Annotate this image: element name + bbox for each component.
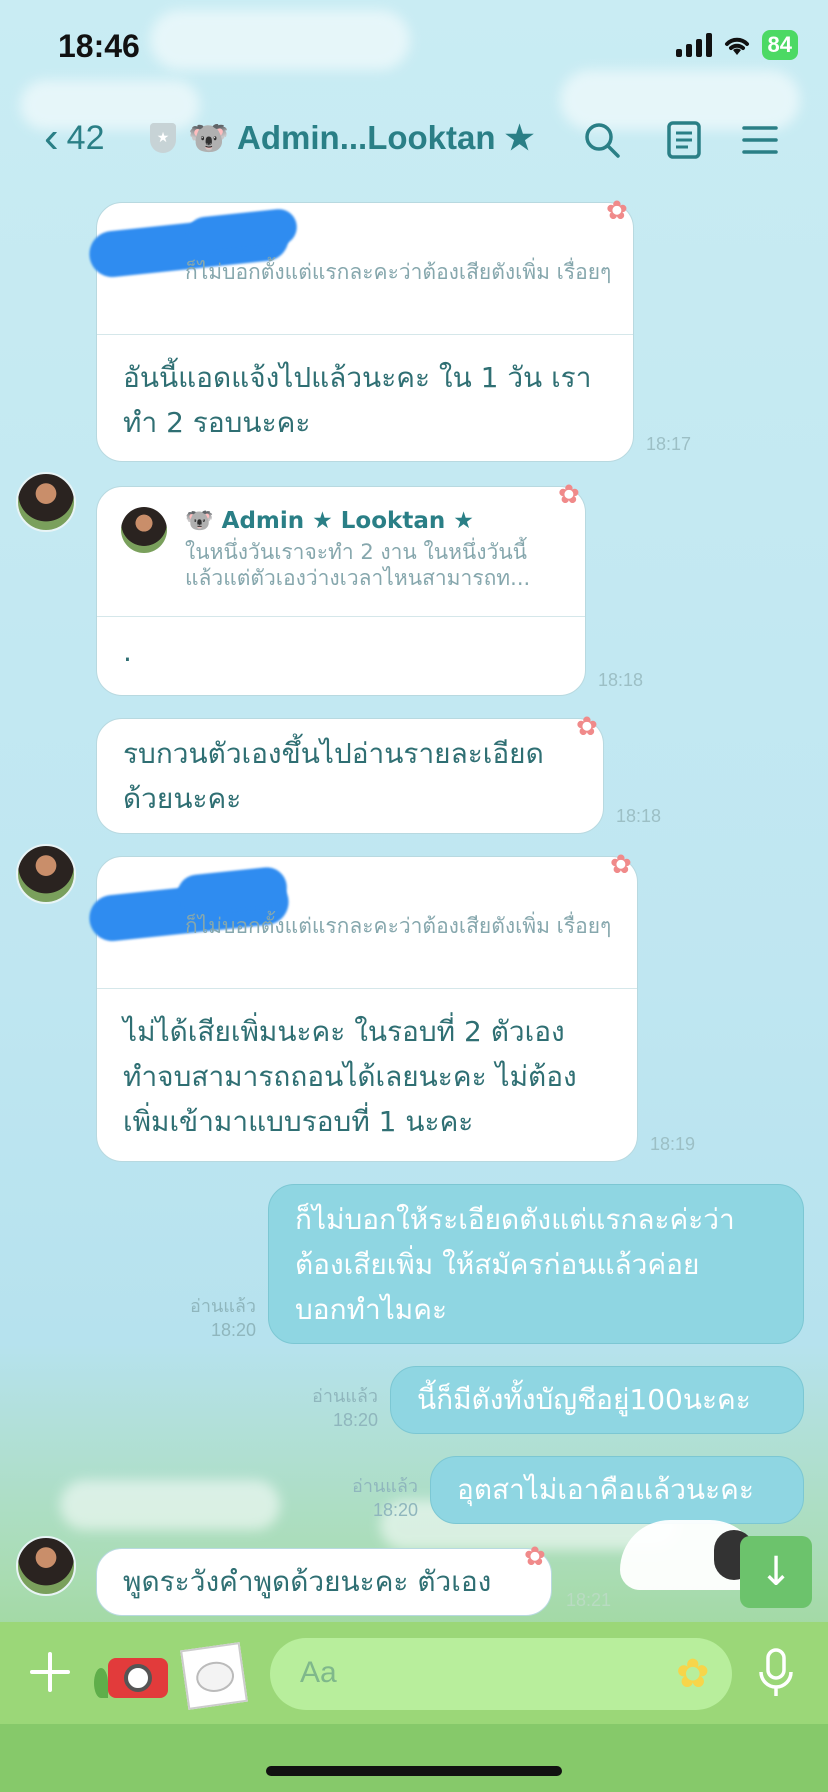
back-button[interactable]: ‹ 42: [44, 116, 104, 160]
home-indicator: [266, 1766, 562, 1776]
reply-quote[interactable]: ก็ไม่บอกตั้งแต่แรกละคะว่าต้องเสียตังเพิ่…: [87, 203, 633, 335]
signal-icon: [675, 33, 712, 57]
status-indicators: 84: [675, 30, 798, 60]
message-text: อันนี้แอดแจ้งไปแล้วนะคะ ใน 1 วัน เรา ทำ …: [123, 355, 591, 445]
message-bubble[interactable]: 🐨 Admin ★ Looktan ★ ในหนึ่งวันเราจะทำ 2 …: [96, 486, 586, 696]
mic-icon[interactable]: [756, 1648, 796, 1700]
message-bubble[interactable]: รบกวนตัวเองขึ้นไปอ่านรายละเอียด ด้วยนะคะ: [96, 718, 604, 834]
message-bubble-outgoing[interactable]: อุตสาไม่เอาคือแล้วนะคะ: [430, 1456, 804, 1524]
message-line: บอกทำไมคะ: [295, 1293, 448, 1326]
flower-decoration: ✿: [558, 480, 580, 510]
flower-decoration: ✿: [576, 712, 598, 742]
message-line: ทำจบสามารถถอนได้เลยนะคะ ไม่ต้อง: [123, 1060, 577, 1093]
read-receipt: อ่านแล้ว 18:20: [170, 1294, 256, 1342]
unread-count: 42: [66, 118, 105, 157]
menu-icon[interactable]: [740, 120, 780, 160]
quote-text: ก็ไม่บอกตั้งแต่แรกละคะว่าต้องเสียตังเพิ่…: [185, 914, 612, 938]
avatar[interactable]: [16, 472, 76, 532]
read-label: อ่านแล้ว: [190, 1296, 256, 1316]
message-line: ด้วยนะคะ: [123, 782, 242, 815]
back-chevron-icon: ‹: [44, 113, 59, 162]
scroll-to-bottom-button[interactable]: ↓: [740, 1536, 812, 1608]
arrow-down-icon: ↓: [759, 1549, 793, 1595]
read-receipt: อ่านแล้ว 18:20: [292, 1384, 378, 1432]
message-line: ก็ไม่บอกให้ระเอียดตังแต่แรกละค่ะว่า: [295, 1203, 735, 1236]
message-bubble[interactable]: พูดระวังคำพูดด้วยนะคะ ตัวเอง: [96, 1548, 552, 1616]
message-line: อันนี้แอดแจ้งไปแล้วนะคะ ใน 1 วัน เรา: [123, 361, 592, 394]
image-icon[interactable]: [180, 1642, 248, 1710]
emoji-icon[interactable]: ✿: [676, 1652, 710, 1696]
message-text: อุตสาไม่เอาคือแล้วนะคะ: [457, 1473, 754, 1506]
message-time: 18:17: [646, 434, 692, 454]
message-time: 18:20: [210, 1320, 256, 1340]
message-text: นี้ก็มีตังทั้งบัญชีอยู่100นะคะ: [417, 1383, 751, 1416]
avatar: [121, 507, 167, 553]
chat-header: ‹ 42 ★ 🐨 Admin...Looktan ★: [0, 108, 828, 172]
message-bubble-outgoing[interactable]: นี้ก็มีตังทั้งบัญชีอยู่100นะคะ: [390, 1366, 804, 1434]
message-line: ต้องเสียเพิ่ม ให้สมัครก่อนแล้วค่อย: [295, 1248, 700, 1281]
search-icon[interactable]: [582, 120, 622, 160]
message-line: ทำ 2 รอบนะคะ: [123, 406, 311, 439]
avatar[interactable]: [16, 844, 76, 904]
message-text: .: [123, 635, 132, 668]
message-text: รบกวนตัวเองขึ้นไปอ่านรายละเอียด ด้วยนะคะ: [123, 731, 544, 821]
input-bar-footer: [0, 1724, 828, 1792]
message-text: ไม่ได้เสียเพิ่มนะคะ ในรอบที่ 2 ตัวเอง ทำ…: [123, 1009, 577, 1144]
read-label: อ่านแล้ว: [312, 1386, 378, 1406]
message-time: 18:21: [566, 1590, 612, 1610]
quote-text: ก็ไม่บอกตั้งแต่แรกละคะว่าต้องเสียตังเพิ่…: [185, 260, 612, 284]
reply-quote[interactable]: ก็ไม่บอกตั้งแต่แรกละคะว่าต้องเสียตังเพิ่…: [87, 857, 637, 989]
message-line: ไม่ได้เสียเพิ่มนะคะ ในรอบที่ 2 ตัวเอง: [123, 1015, 565, 1048]
flower-decoration: ✿: [606, 196, 628, 226]
reply-quote[interactable]: 🐨 Admin ★ Looktan ★ ในหนึ่งวันเราจะทำ 2 …: [97, 487, 585, 617]
quote-text: ในหนึ่งวันเราจะทำ 2 งาน ในหนึ่งวันนี้ แล…: [185, 539, 575, 591]
flower-decoration: ✿: [610, 850, 632, 880]
message-text: ก็ไม่บอกให้ระเอียดตังแต่แรกละค่ะว่า ต้อง…: [295, 1197, 735, 1332]
message-input[interactable]: [270, 1638, 732, 1710]
quote-line: ในหนึ่งวันเราจะทำ 2 งาน ในหนึ่งวันนี้: [185, 540, 528, 564]
message-time: 18:20: [332, 1410, 378, 1430]
plus-icon[interactable]: [28, 1650, 72, 1694]
message-line: เพิ่มเข้ามาแบบรอบที่ 1 นะคะ: [123, 1105, 474, 1138]
avatar[interactable]: [16, 1536, 76, 1596]
shield-icon: ★: [150, 123, 176, 153]
message-line: รบกวนตัวเองขึ้นไปอ่านรายละเอียด: [123, 737, 544, 770]
message-input-placeholder: Aa: [300, 1656, 337, 1689]
wifi-icon: [724, 37, 749, 55]
message-text: พูดระวังคำพูดด้วยนะคะ ตัวเอง: [123, 1565, 492, 1598]
message-bubble[interactable]: ก็ไม่บอกตั้งแต่แรกละคะว่าต้องเสียตังเพิ่…: [87, 856, 638, 1162]
message-time: 18:18: [616, 806, 662, 826]
quote-line: แล้วแต่ตัวเองว่างเวลาไหนสามารถท...: [185, 566, 531, 590]
read-receipt: อ่านแล้ว 18:20: [332, 1474, 418, 1522]
camera-icon[interactable]: [94, 1650, 170, 1702]
battery-indicator: 84: [761, 30, 798, 60]
message-bubble[interactable]: ก็ไม่บอกตั้งแต่แรกละคะว่าต้องเสียตังเพิ่…: [87, 202, 634, 462]
message-time: 18:20: [372, 1500, 418, 1520]
status-time: 18:46: [58, 28, 140, 64]
message-bubble-outgoing[interactable]: ก็ไม่บอกให้ระเอียดตังแต่แรกละค่ะว่า ต้อง…: [268, 1184, 804, 1344]
message-time: 18:18: [598, 670, 644, 690]
chat-title-text: 🐨 Admin...Looktan ★: [188, 119, 535, 156]
read-label: อ่านแล้ว: [352, 1476, 418, 1496]
quote-sender: 🐨 Admin ★ Looktan ★: [185, 508, 474, 534]
notes-icon[interactable]: [664, 120, 704, 160]
flower-decoration: ✿: [524, 1542, 546, 1572]
message-time: 18:19: [650, 1134, 696, 1154]
chat-title[interactable]: ★ 🐨 Admin...Looktan ★: [150, 118, 534, 158]
